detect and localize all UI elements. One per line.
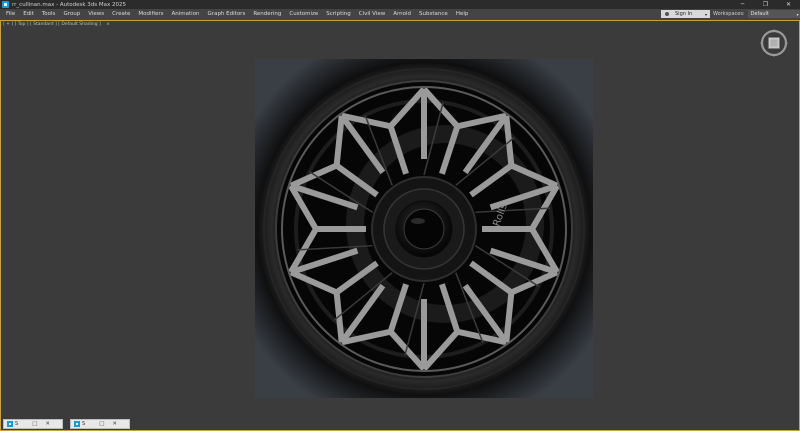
menu-help[interactable]: Help [452,9,473,20]
minimize-button[interactable]: ─ [731,0,754,9]
app-icon [74,421,80,427]
workspaces-value: Default [750,11,769,17]
restore-icon[interactable]: □ [32,421,37,427]
sign-in-label: Sign In [675,11,693,17]
restore-icon[interactable]: □ [99,421,104,427]
menu-customize[interactable]: Customize [285,9,322,20]
maximize-button[interactable]: ❐ [754,0,777,9]
workspaces-dropdown[interactable]: Default ▾ [747,10,800,18]
title-bar: rr_cullinan.max - Autodesk 3ds Max 2025 … [0,0,800,9]
menu-create[interactable]: Create [108,9,134,20]
main-menu: File Edit Tools Group Views Create Modif… [0,9,472,20]
minimized-window-1[interactable]: S □ ✕ [3,419,63,429]
minimized-window-label: S [15,421,19,427]
menu-graph-editors[interactable]: Graph Editors [204,9,250,20]
menu-rendering[interactable]: Rendering [249,9,285,20]
close-icon[interactable]: ✕ [45,421,50,427]
viewport-label-text: [ + ] [ Top ] [ Standard ] [ Default Sha… [3,22,101,27]
menu-tools[interactable]: Tools [38,9,60,20]
minimized-window-2[interactable]: S □ ✕ [70,419,130,429]
menu-civil-view[interactable]: Civil View [355,9,389,20]
window-title: rr_cullinan.max - Autodesk 3ds Max 2025 [12,1,126,8]
close-icon[interactable]: ✕ [112,421,117,427]
menu-modifiers[interactable]: Modifiers [134,9,167,20]
close-button[interactable]: ✕ [777,0,800,9]
menu-arnold[interactable]: Arnold [389,9,415,20]
sign-in-button[interactable]: Sign In ▾ [661,10,710,18]
minimized-window-label: S [82,421,86,427]
user-icon [665,12,669,16]
app-icon [2,1,9,8]
menu-file[interactable]: File [2,9,19,20]
app-icon [7,421,13,427]
render-image: Rolls [255,59,593,398]
chevron-down-icon: ▾ [796,11,799,17]
menu-edit[interactable]: Edit [19,9,38,20]
menu-views[interactable]: Views [84,9,108,20]
workspaces-label: Workspaces: [713,11,745,17]
chevron-down-icon: ▾ [704,11,707,17]
viewport-label[interactable]: [ + ] [ Top ] [ Standard ] [ Default Sha… [3,22,110,27]
viewcube-icon[interactable] [759,28,789,58]
menu-animation[interactable]: Animation [168,9,204,20]
viewport-close-icon[interactable]: × [106,22,110,27]
workspaces-selector: Workspaces: Default ▾ [713,10,800,18]
menu-substance[interactable]: Substance [415,9,452,20]
window-controls: ─ ❐ ✕ [731,0,800,9]
menu-scripting[interactable]: Scripting [322,9,354,20]
menu-group[interactable]: Group [59,9,84,20]
